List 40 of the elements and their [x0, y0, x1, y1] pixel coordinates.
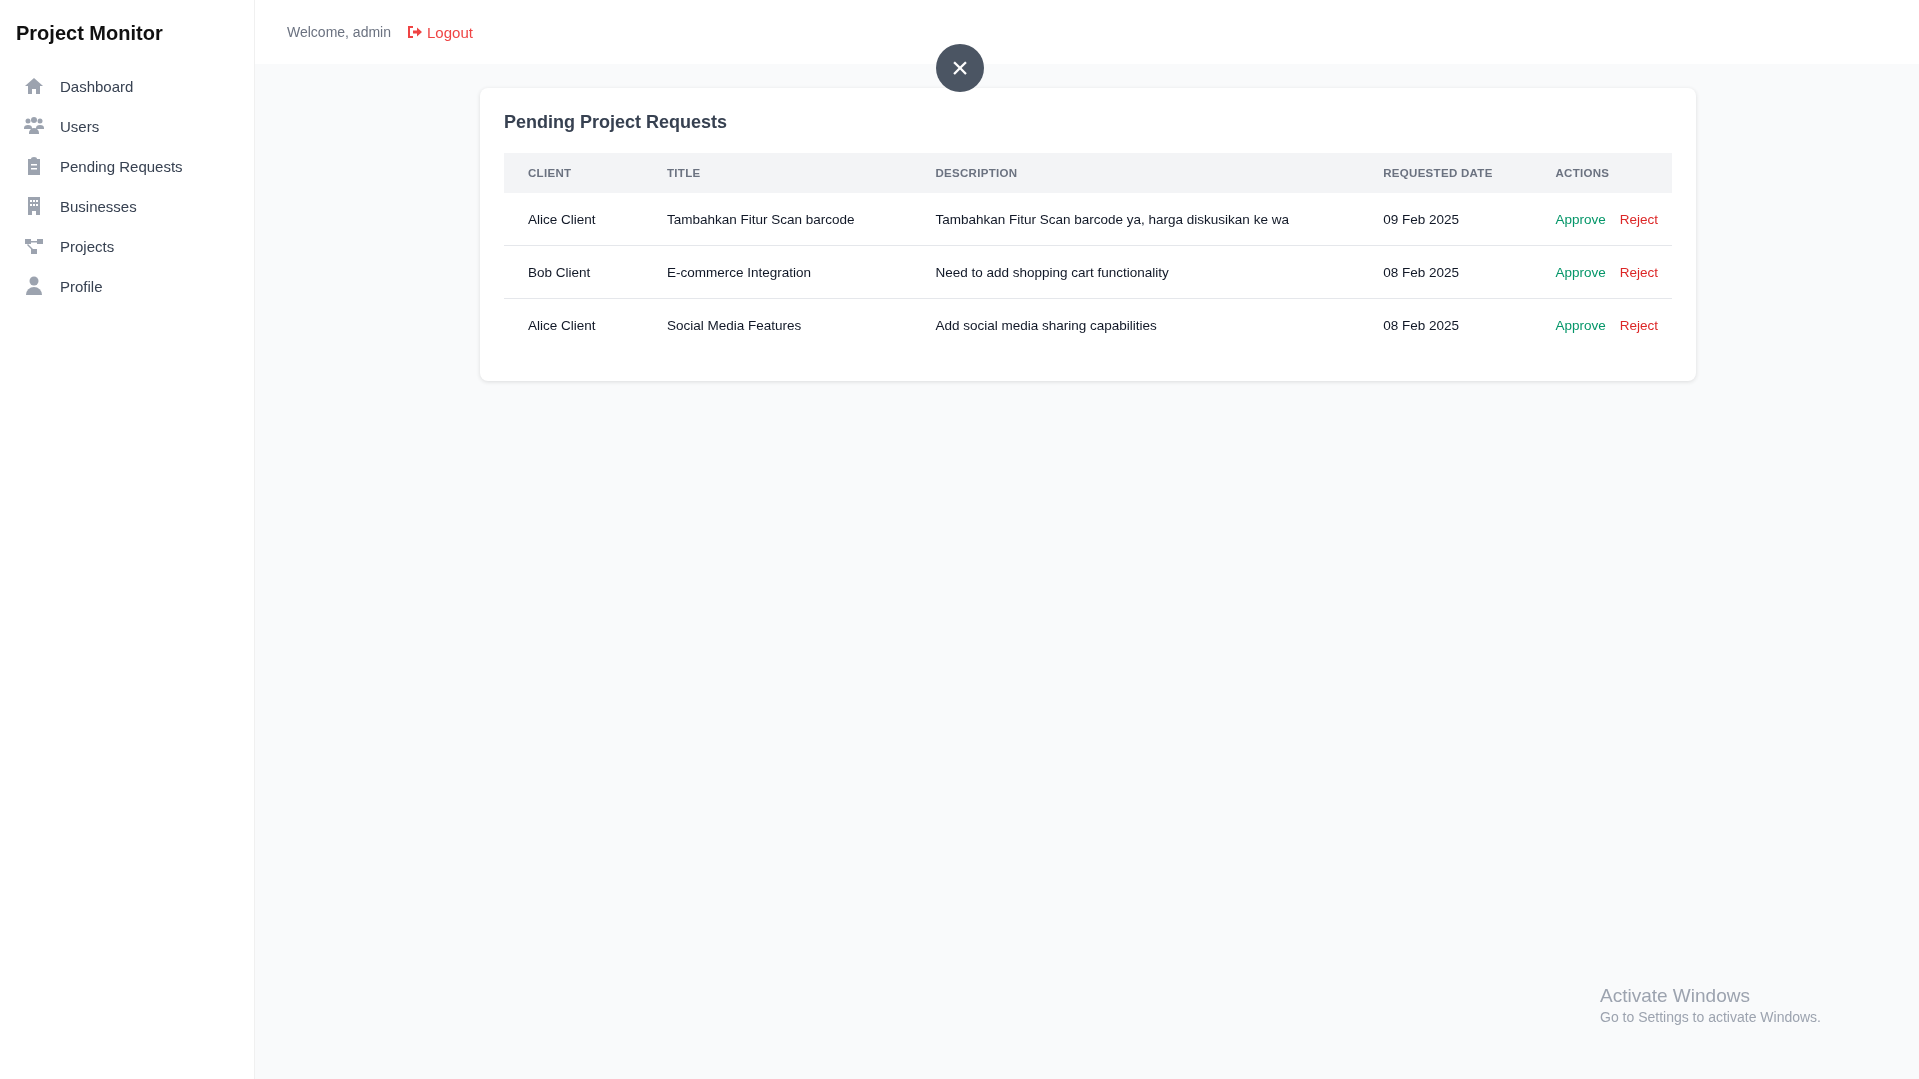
sidebar-item[interactable]: Businesses [24, 195, 254, 217]
column-header: DESCRIPTION [911, 153, 1360, 193]
table-cell: 08 Feb 2025 [1359, 245, 1532, 299]
sidebar-item[interactable]: Dashboard [24, 75, 254, 97]
table-cell: Add social media sharing capabilities [911, 298, 1360, 351]
approve-link[interactable]: Approve [1555, 264, 1606, 280]
home-icon [24, 76, 44, 96]
table-cell: Social Media Features [643, 298, 912, 351]
sidebar-item[interactable]: Users [24, 115, 254, 137]
table-cell: Alice Client [504, 193, 643, 246]
table-cell: Need to add shopping cart functionality [911, 245, 1360, 299]
column-header: TITLE [643, 153, 912, 193]
sidebar-item[interactable]: Projects [24, 235, 254, 257]
table-cell: Tambahkan Fitur Scan barcode ya, harga diskusikan ke wa [911, 193, 1360, 246]
logout-button[interactable]: Logout [407, 23, 473, 41]
users-icon [24, 116, 44, 136]
table-cell: Alice Client [504, 298, 643, 351]
sitemap-icon [24, 236, 44, 256]
welcome-text: Welcome, admin [287, 24, 391, 40]
sidebar-item[interactable]: Pending Requests [24, 155, 254, 177]
table-cell: Bob Client [504, 245, 643, 299]
approve-link[interactable]: Approve [1555, 317, 1606, 333]
table-cell: 08 Feb 2025 [1359, 298, 1532, 351]
column-header: CLIENT [504, 153, 643, 193]
logout-icon [407, 24, 423, 40]
sidebar-item[interactable]: Profile [24, 275, 254, 297]
approve-link[interactable]: Approve [1555, 211, 1606, 227]
user-icon [24, 276, 44, 296]
column-header: REQUESTED DATE [1359, 153, 1532, 193]
reject-link[interactable]: Reject [1619, 264, 1658, 280]
activation-notice-text: Go to Settings to activate Windows. [1600, 1009, 1821, 1025]
reject-link[interactable]: Reject [1619, 317, 1658, 333]
column-header: ACTIONS [1531, 153, 1672, 193]
reject-link[interactable]: Reject [1619, 211, 1658, 227]
table-cell: E-commerce Integration [643, 245, 912, 299]
app-title: Project Monitor [16, 22, 164, 45]
activation-notice-title: Activate Windows [1600, 985, 1751, 1007]
card-title: Pending Project Requests [504, 112, 729, 133]
table-cell: Tambahkan Fitur Scan barcode [643, 193, 912, 246]
table-cell: 09 Feb 2025 [1359, 193, 1532, 246]
